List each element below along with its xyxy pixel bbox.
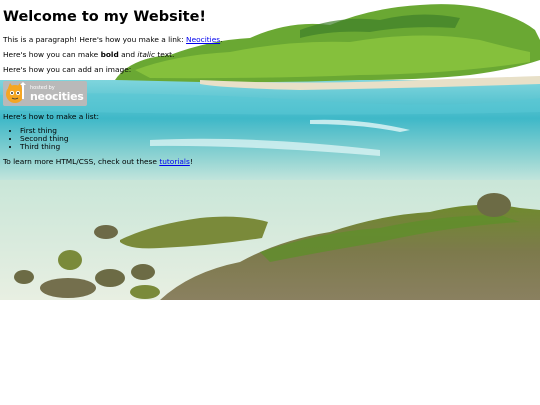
footer-paragraph: To learn more HTML/CSS, check out these … [3, 157, 193, 166]
list-intro: Here's how to make a list: [3, 112, 99, 121]
tutorials-link[interactable]: tutorials [159, 157, 190, 166]
thing-list: First thing Second thing Third thing [3, 127, 222, 151]
image-paragraph: Here's how you can add an image: [3, 65, 132, 74]
intro-paragraph: This is a paragraph! Here's how you make… [3, 35, 223, 44]
page-content: Welcome to my Website! This is a paragra… [3, 8, 222, 172]
page-title: Welcome to my Website! [3, 9, 207, 25]
bold-text: bold [100, 50, 119, 59]
italic-text: italic [137, 50, 156, 59]
formatting-paragraph: Here's how you can make bold and italic … [3, 50, 175, 59]
badge-big-text: neocities [30, 89, 84, 103]
list-item: Third thing [20, 143, 222, 151]
neocities-cat-icon [6, 82, 26, 103]
hosted-by-neocities-badge[interactable]: hosted by neocities [3, 81, 87, 106]
neocities-link[interactable]: Neocities [186, 35, 220, 44]
